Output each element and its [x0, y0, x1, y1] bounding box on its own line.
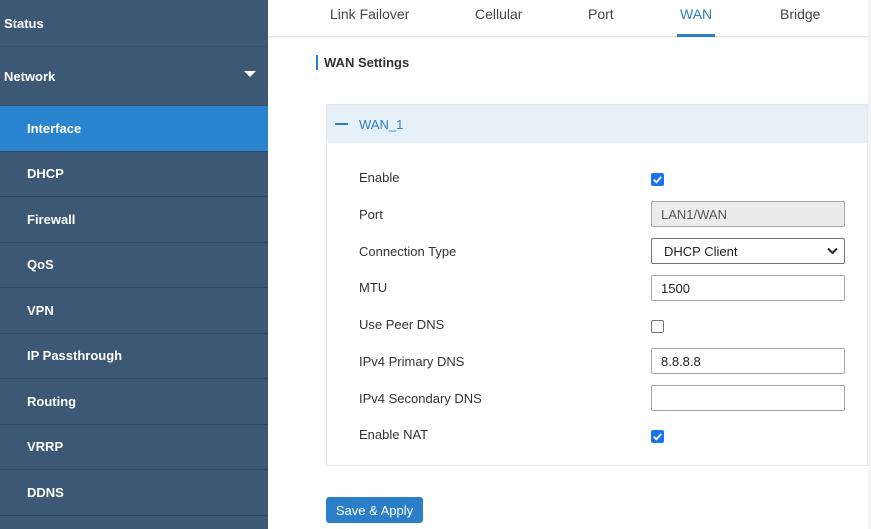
tab-port[interactable]: Port: [588, 0, 614, 37]
ipv4-primary-dns-field[interactable]: [651, 348, 845, 374]
sidebar-item-status[interactable]: Status: [0, 0, 268, 47]
section-title: WAN Settings: [316, 55, 409, 70]
ipv4-primary-dns-label: IPv4 Primary DNS: [359, 354, 465, 369]
sidebar-item-ip-passthrough[interactable]: IP Passthrough: [0, 334, 268, 379]
enable-label: Enable: [359, 170, 400, 185]
sidebar-item-label: QoS: [27, 257, 54, 273]
tab-bar: Link Failover Cellular Port WAN Bridge: [268, 0, 868, 37]
caret-down-icon: [244, 71, 256, 77]
port-label: Port: [359, 207, 383, 222]
tab-link-failover[interactable]: Link Failover: [330, 0, 409, 37]
sidebar: Status Network Interface DHCP Firewall Q…: [0, 0, 268, 529]
sidebar-item-qos[interactable]: QoS: [0, 243, 268, 288]
sidebar-item-label: Routing: [27, 393, 77, 409]
check-icon: [653, 176, 662, 184]
sidebar-submenu: Interface DHCP Firewall QoS VPN IP Passt…: [0, 106, 268, 516]
sidebar-item-label: VPN: [27, 302, 54, 318]
check-icon: [653, 433, 662, 441]
sidebar-item-label: DDNS: [27, 484, 64, 500]
sidebar-item-label: Interface: [27, 120, 82, 136]
tab-label: Port: [588, 6, 614, 22]
sidebar-item-network[interactable]: Network: [0, 47, 268, 106]
sidebar-item-dhcp[interactable]: DHCP: [0, 152, 268, 197]
mtu-label: MTU: [359, 280, 388, 295]
use-peer-dns-checkbox[interactable]: [651, 320, 664, 333]
sidebar-item-firewall[interactable]: Firewall: [0, 197, 268, 243]
connection-type-select[interactable]: DHCP Client: [651, 238, 845, 264]
tab-wan[interactable]: WAN: [676, 0, 716, 37]
save-apply-button[interactable]: Save & Apply: [326, 497, 423, 523]
port-field[interactable]: [651, 201, 845, 227]
chevron-down-icon: [827, 247, 838, 255]
enable-nat-label: Enable NAT: [359, 427, 429, 442]
minus-icon[interactable]: [335, 123, 348, 125]
sidebar-item-label: IP Passthrough: [27, 348, 123, 364]
sidebar-item-vrrp[interactable]: VRRP: [0, 425, 268, 470]
tab-label: WAN: [680, 6, 713, 22]
connection-type-value: DHCP Client: [664, 243, 738, 259]
sidebar-item-label: Status: [4, 15, 44, 31]
ipv4-secondary-dns-field[interactable]: [651, 385, 845, 411]
tab-label: Bridge: [780, 6, 821, 22]
sidebar-item-label: Firewall: [27, 211, 76, 227]
main-area: Link Failover Cellular Port WAN Bridge W…: [268, 0, 871, 529]
sidebar-item-label: DHCP: [27, 166, 64, 182]
wan-panel: WAN_1 Enable Port Connection Type DHCP C…: [326, 104, 868, 466]
ipv4-secondary-dns-label: IPv4 Secondary DNS: [359, 391, 482, 406]
tab-label: Link Failover: [330, 6, 410, 22]
tab-cellular[interactable]: Cellular: [475, 0, 522, 37]
sidebar-item-vpn[interactable]: VPN: [0, 288, 268, 334]
sidebar-item-ddns[interactable]: DDNS: [0, 470, 268, 516]
sidebar-item-label: VRRP: [27, 439, 64, 455]
panel-header[interactable]: WAN_1: [327, 105, 867, 143]
sidebar-item-routing[interactable]: Routing: [0, 379, 268, 425]
sidebar-item-interface[interactable]: Interface: [0, 106, 268, 152]
tab-label: Cellular: [475, 6, 523, 22]
use-peer-dns-label: Use Peer DNS: [359, 317, 445, 332]
sidebar-item-label: Network: [4, 68, 56, 84]
connection-type-label: Connection Type: [359, 244, 457, 259]
tab-bridge[interactable]: Bridge: [780, 0, 820, 37]
enable-checkbox[interactable]: [651, 173, 664, 186]
enable-nat-checkbox[interactable]: [651, 430, 664, 443]
mtu-field[interactable]: [651, 275, 845, 301]
content-area: WAN Settings WAN_1 Enable Port Connectio…: [268, 38, 868, 529]
panel-title: WAN_1: [359, 116, 404, 132]
